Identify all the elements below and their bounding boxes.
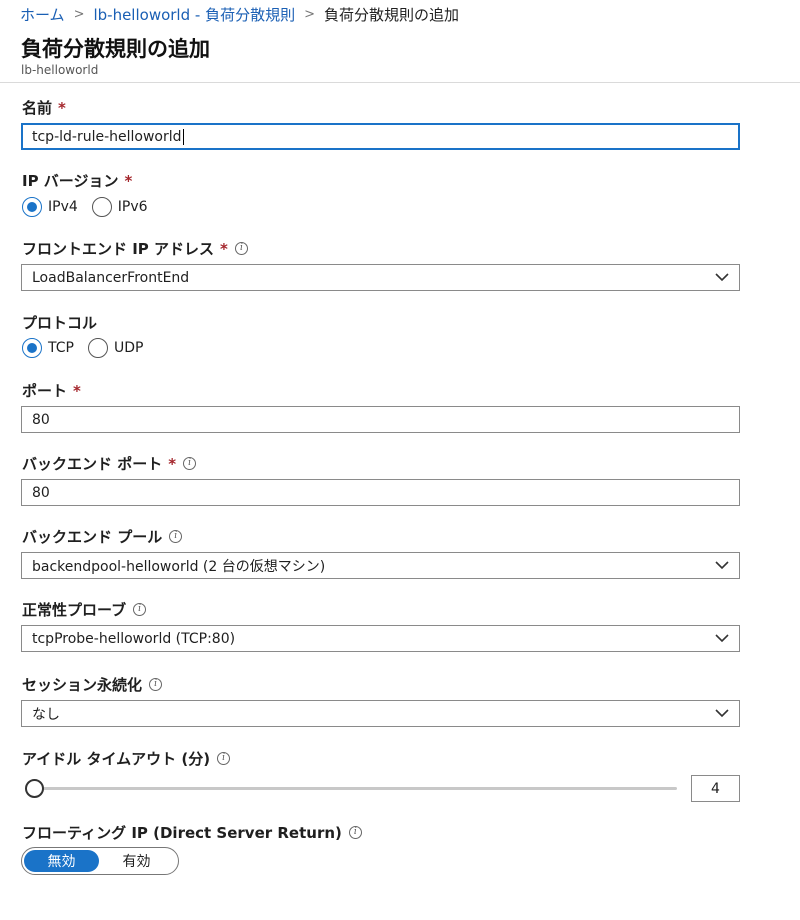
protocol-option-tcp[interactable]: TCP [22,338,74,358]
health-probe-label-text: 正常性プローブ [22,601,127,619]
floating-ip-toggle: 無効 有効 [21,847,179,875]
backend-pool-label: バックエンド プール i [22,526,183,547]
ip-version-radio-group: IPv4 IPv6 [22,197,162,217]
idle-timeout-value-input[interactable]: 4 [691,775,740,802]
idle-timeout-value: 4 [711,780,720,797]
breadcrumb-parent-link[interactable]: lb-helloworld - 負荷分散規則 [93,4,295,25]
name-label: 名前 * [22,97,66,118]
idle-timeout-label-text: アイドル タイムアウト (分) [22,750,211,768]
session-persistence-value: なし [32,706,60,723]
ip-version-option-ipv6[interactable]: IPv6 [91,197,148,217]
ip-version-option-label: IPv6 [117,199,148,215]
required-marker: * [220,239,228,258]
port-input[interactable]: 80 [21,406,740,433]
protocol-option-label: TCP [48,340,74,356]
name-input-value: tcp-ld-rule-helloworld [32,128,182,145]
protocol-radio-group: TCP UDP [22,338,157,358]
info-icon[interactable]: i [217,752,231,765]
backend-port-input[interactable]: 80 [21,479,740,506]
breadcrumb-home-link[interactable]: ホーム [20,4,65,25]
frontend-ip-value: LoadBalancerFrontEnd [32,269,190,286]
name-input[interactable]: tcp-ld-rule-helloworld [21,123,740,150]
backend-pool-value: backendpool-helloworld (2 台の仮想マシン) [32,558,326,575]
name-label-text: 名前 [22,99,53,117]
backend-pool-label-text: バックエンド プール [22,528,163,546]
protocol-option-udp[interactable]: UDP [87,338,144,358]
chevron-right-icon: > [304,6,315,22]
backend-port-label: バックエンド ポート * i [22,453,197,474]
radio-unchecked-icon[interactable] [91,197,112,217]
chevron-down-icon [715,273,729,282]
ip-version-label: IP バージョン * [22,170,132,191]
health-probe-label: 正常性プローブ i [22,599,147,620]
ip-version-option-label: IPv4 [48,199,78,215]
health-probe-dropdown[interactable]: tcpProbe-helloworld (TCP:80) [21,625,740,652]
radio-checked-icon[interactable] [22,197,42,217]
session-persistence-label: セッション永続化 i [22,674,163,695]
chevron-down-icon [715,709,729,718]
page-title: 負荷分散規則の追加 [21,37,210,61]
radio-checked-icon[interactable] [22,338,42,358]
breadcrumb-current: 負荷分散規則の追加 [323,5,459,24]
text-caret [182,128,184,145]
required-marker: * [73,381,81,400]
chevron-right-icon: > [73,6,85,22]
idle-timeout-slider-thumb[interactable] [25,779,44,798]
floating-ip-label-text: フローティング IP (Direct Server Return) [22,824,342,842]
protocol-option-label: UDP [113,340,144,356]
frontend-ip-label-text: フロントエンド IP アドレス [22,240,215,258]
chevron-down-icon [715,634,729,643]
backend-port-label-text: バックエンド ポート [22,455,163,473]
idle-timeout-slider-track[interactable] [34,787,677,790]
protocol-label: プロトコル [22,312,97,333]
ip-version-label-text: IP バージョン [22,172,119,190]
header-divider [0,82,800,83]
required-marker: * [168,454,177,473]
floating-ip-option-disabled[interactable]: 無効 [24,850,99,872]
required-marker: * [58,98,66,117]
port-input-value: 80 [32,411,50,428]
session-persistence-label-text: セッション永続化 [22,676,143,694]
floating-ip-option-enabled[interactable]: 有効 [99,850,174,872]
protocol-label-text: プロトコル [22,314,98,332]
session-persistence-dropdown[interactable]: なし [21,700,740,727]
radio-unchecked-icon[interactable] [87,338,108,358]
info-icon[interactable]: i [183,457,197,470]
backend-pool-dropdown[interactable]: backendpool-helloworld (2 台の仮想マシン) [21,552,740,579]
breadcrumb: ホーム > lb-helloworld - 負荷分散規則 > 負荷分散規則の追加 [20,3,459,25]
info-icon[interactable]: i [348,826,362,839]
required-marker: * [124,171,133,190]
info-icon[interactable]: i [133,603,147,616]
backend-port-input-value: 80 [32,484,50,501]
info-icon[interactable]: i [234,242,248,255]
ip-version-option-ipv4[interactable]: IPv4 [22,197,78,217]
page-subtitle: lb-helloworld [21,63,99,77]
port-label-text: ポート [22,382,68,400]
chevron-down-icon [715,561,729,570]
info-icon[interactable]: i [169,530,183,543]
info-icon[interactable]: i [149,678,163,691]
port-label: ポート * [22,380,81,401]
idle-timeout-label: アイドル タイムアウト (分) i [22,748,231,769]
health-probe-value: tcpProbe-helloworld (TCP:80) [32,630,236,647]
frontend-ip-label: フロントエンド IP アドレス * i [22,238,248,259]
frontend-ip-dropdown[interactable]: LoadBalancerFrontEnd [21,264,740,291]
floating-ip-label: フローティング IP (Direct Server Return) i [22,822,362,843]
